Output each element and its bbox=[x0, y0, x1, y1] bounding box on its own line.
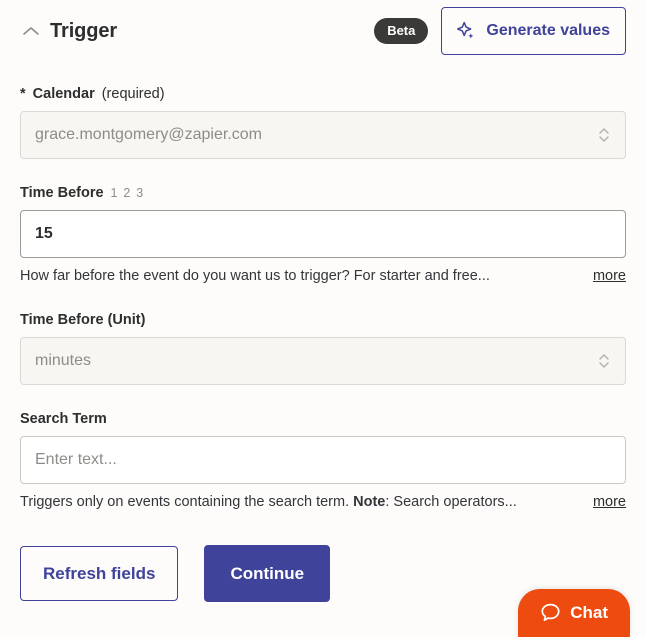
time-before-more-link[interactable]: more bbox=[593, 268, 626, 284]
time-before-help-row: How far before the event do you want us … bbox=[20, 267, 626, 286]
field-label-text: Search Term bbox=[20, 410, 107, 427]
field-calendar: * Calendar (required) grace.montgomery@z… bbox=[20, 86, 626, 159]
field-search-term-label: Search Term bbox=[20, 411, 626, 427]
search-term-help-text: Triggers only on events containing the s… bbox=[20, 493, 517, 512]
chevron-up-down-icon bbox=[597, 125, 611, 145]
calendar-select-value: grace.montgomery@zapier.com bbox=[35, 126, 262, 143]
field-time-before-unit-label: Time Before (Unit) bbox=[20, 312, 626, 328]
sparkle-icon bbox=[455, 20, 477, 42]
page-title: Trigger bbox=[50, 19, 118, 42]
field-label-text: Time Before (Unit) bbox=[20, 311, 146, 328]
chevron-up-icon[interactable] bbox=[20, 20, 42, 42]
help-suffix: : Search operators... bbox=[385, 493, 517, 510]
time-before-input[interactable]: 15 bbox=[20, 210, 626, 258]
continue-button[interactable]: Continue bbox=[204, 544, 331, 602]
field-label-text: Time Before bbox=[20, 185, 104, 201]
required-note: (required) bbox=[101, 86, 165, 102]
search-term-more-link[interactable]: more bbox=[593, 494, 626, 510]
time-before-help-text: How far before the event do you want us … bbox=[20, 268, 490, 284]
time-before-unit-value: minutes bbox=[35, 351, 92, 369]
help-prefix: Triggers only on events containing the s… bbox=[20, 493, 354, 510]
chat-widget-button[interactable]: Chat bbox=[518, 589, 630, 637]
generate-values-label: Generate values bbox=[486, 22, 610, 39]
status-badge: Beta bbox=[374, 18, 429, 44]
field-calendar-label: * Calendar (required) bbox=[20, 86, 626, 102]
number-type-hint: 1 2 3 bbox=[110, 186, 145, 200]
search-term-placeholder: Enter text... bbox=[35, 450, 117, 468]
field-search-term: Search Term Enter text... Triggers only … bbox=[20, 411, 626, 512]
time-before-unit-select[interactable]: minutes bbox=[20, 336, 626, 385]
time-before-value: 15 bbox=[35, 225, 53, 242]
field-time-before-unit: Time Before (Unit) minutes bbox=[20, 312, 626, 385]
search-term-help-row: Triggers only on events containing the s… bbox=[20, 493, 626, 512]
help-note-bold: Note bbox=[353, 493, 386, 510]
generate-values-button[interactable]: Generate values bbox=[441, 7, 626, 55]
required-asterisk: * bbox=[20, 86, 26, 102]
field-time-before-label: Time Before 1 2 3 bbox=[20, 185, 626, 201]
chevron-up-down-icon bbox=[597, 351, 611, 371]
calendar-select[interactable]: grace.montgomery@zapier.com bbox=[20, 111, 626, 159]
field-time-before: Time Before 1 2 3 15 How far before the … bbox=[20, 185, 626, 286]
search-term-input[interactable]: Enter text... bbox=[20, 435, 626, 484]
field-label-text: Calendar bbox=[32, 86, 95, 102]
trigger-panel: Trigger Beta Generate values * Calendar … bbox=[0, 0, 646, 637]
panel-header: Trigger Beta Generate values bbox=[20, 0, 626, 60]
speech-bubble-icon bbox=[540, 602, 561, 623]
chat-widget-label: Chat bbox=[570, 603, 608, 622]
refresh-fields-button[interactable]: Refresh fields bbox=[20, 545, 179, 601]
